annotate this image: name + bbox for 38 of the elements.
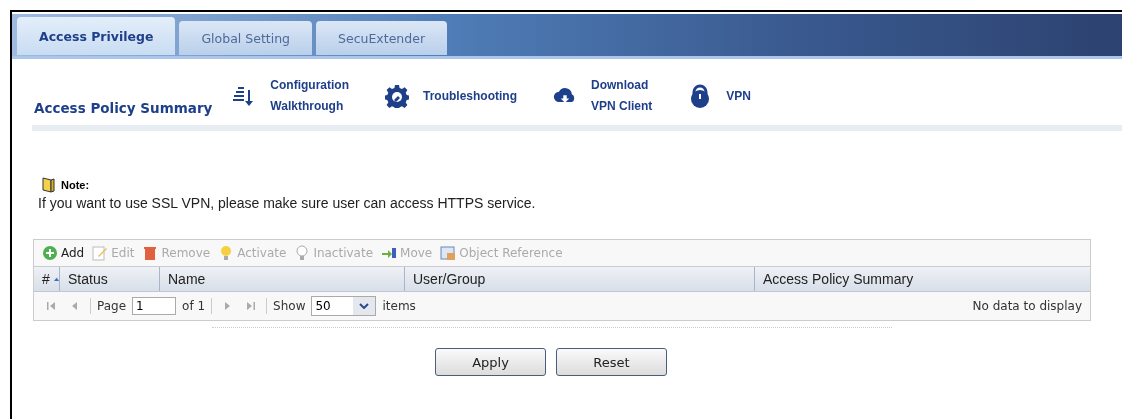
pencil-page-icon bbox=[92, 245, 109, 261]
apply-button[interactable]: Apply bbox=[435, 348, 546, 376]
last-page-icon[interactable] bbox=[246, 301, 257, 311]
gear-wrench-icon bbox=[385, 84, 409, 108]
column-header[interactable]: # bbox=[34, 267, 60, 291]
quick-link[interactable]: Troubleshooting bbox=[385, 84, 517, 108]
trash-can-icon bbox=[142, 245, 159, 261]
tab[interactable]: SecuExtender bbox=[316, 21, 448, 55]
chevron-down-icon bbox=[359, 303, 370, 309]
plus-circle-icon bbox=[42, 245, 58, 261]
show-label: Show bbox=[273, 299, 306, 313]
note-label: Note: bbox=[61, 179, 90, 191]
quick-link[interactable]: Download VPN Client bbox=[553, 75, 653, 117]
reset-button[interactable]: Reset bbox=[556, 348, 667, 376]
empty-message: No data to display bbox=[972, 299, 1082, 313]
section-title: Access Policy Summary bbox=[34, 100, 213, 116]
note-icon bbox=[41, 177, 55, 193]
column-header[interactable]: User/Group bbox=[405, 267, 755, 291]
first-page-icon[interactable] bbox=[46, 301, 56, 311]
lightbulb-outline-icon bbox=[294, 245, 311, 261]
sort-ascending-icon bbox=[53, 276, 59, 282]
column-header[interactable]: Access Policy Summary bbox=[755, 267, 1090, 291]
page-label: Page bbox=[97, 299, 127, 313]
column-header[interactable]: Status bbox=[60, 267, 160, 291]
previous-page-icon[interactable] bbox=[70, 301, 80, 311]
quick-link[interactable]: VPN bbox=[688, 84, 752, 108]
note-text: If you want to use SSL VPN, please make sure user can access HTTPS service. bbox=[38, 195, 537, 211]
items-label: items bbox=[382, 299, 416, 313]
tab[interactable]: Global Setting bbox=[179, 21, 313, 55]
per-page-dropdown[interactable]: 50 bbox=[311, 296, 377, 316]
page-count: of 1 bbox=[182, 299, 206, 313]
arrow-icon bbox=[381, 245, 398, 261]
toolbar-button[interactable]: Add bbox=[40, 245, 87, 261]
page-input[interactable]: 1 bbox=[132, 297, 177, 315]
column-header[interactable]: Name bbox=[160, 267, 405, 291]
window-icon bbox=[440, 245, 457, 261]
quick-link[interactable]: Configuration Walkthrough bbox=[232, 75, 349, 117]
tab[interactable]: Access Privilege bbox=[17, 17, 176, 55]
